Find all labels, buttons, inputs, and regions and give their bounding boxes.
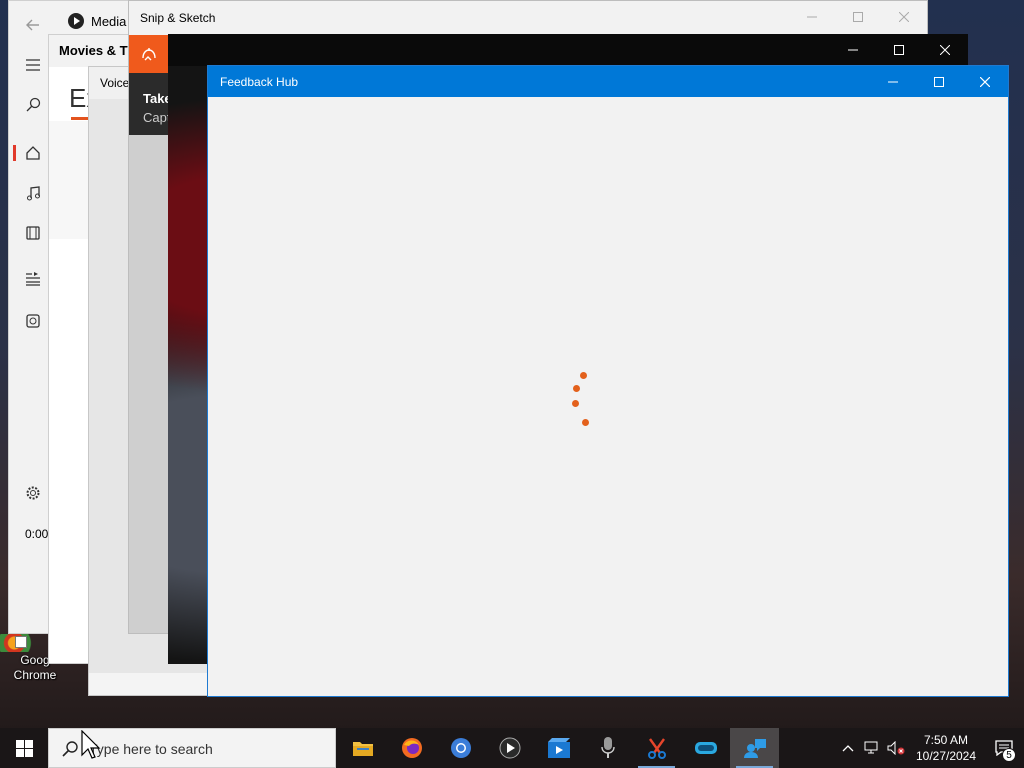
spinner-dot <box>572 400 579 407</box>
taskbar-clock[interactable]: 7:50 AM 10/27/2024 <box>908 732 984 764</box>
snip-close-button[interactable] <box>881 1 927 33</box>
heading-underline <box>71 117 89 120</box>
feedback-titlebar: Feedback Hub <box>208 66 1008 97</box>
taskbar-firefox[interactable] <box>387 728 436 768</box>
voice-window-title: Voice <box>100 76 130 90</box>
action-center-button[interactable]: 5 <box>984 728 1024 768</box>
new-snip-tooltip: Take Capt <box>129 73 172 135</box>
feedback-minimize-button[interactable] <box>870 66 916 97</box>
maximize-icon <box>934 76 944 87</box>
music-note-icon <box>27 186 40 201</box>
voice-bottom-bar <box>89 673 209 695</box>
movies-window-title: Movies & TV <box>59 43 137 58</box>
show-hidden-icons-button[interactable] <box>836 728 860 768</box>
maximize-icon <box>853 12 863 22</box>
taskbar-mixed-reality[interactable] <box>681 728 730 768</box>
snip-window-title: Snip & Sketch <box>140 11 216 25</box>
maximize-icon <box>894 45 904 55</box>
snip-maximize-button[interactable] <box>835 1 881 33</box>
microphone-icon <box>600 737 615 758</box>
dark-minimize-button[interactable] <box>830 34 876 66</box>
feedback-hub-window: Feedback Hub <box>207 65 1009 697</box>
search-icon <box>62 741 78 757</box>
close-icon <box>899 12 909 22</box>
playlist-icon <box>26 272 40 286</box>
movies-panel <box>49 121 89 239</box>
close-icon <box>980 76 990 87</box>
close-icon <box>940 45 950 55</box>
minimize-icon <box>807 16 817 18</box>
snip-window-controls <box>789 1 927 33</box>
volume-button[interactable] <box>884 728 908 768</box>
tooltip-title: Take <box>143 91 172 106</box>
network-icon <box>864 741 878 754</box>
dark-window-controls <box>830 34 968 66</box>
minimize-icon <box>888 81 898 82</box>
feedback-hub-icon <box>743 739 766 758</box>
clock-date: 10/27/2024 <box>915 749 977 763</box>
back-arrow-icon <box>26 19 39 31</box>
volume-muted-icon <box>887 741 905 755</box>
taskbar-movies-tv[interactable] <box>534 728 583 768</box>
hamburger-icon <box>26 59 40 71</box>
snip-minimize-button[interactable] <box>789 1 835 33</box>
spinner-dot <box>580 372 587 379</box>
windows-logo-icon <box>15 739 33 757</box>
headset-icon <box>694 742 717 754</box>
new-snip-icon <box>142 48 156 61</box>
taskbar-pinned-apps <box>338 728 779 768</box>
firefox-icon <box>401 738 422 758</box>
feedback-window-title: Feedback Hub <box>220 75 299 89</box>
network-button[interactable] <box>860 728 884 768</box>
spinner-dot <box>582 419 589 426</box>
feedback-close-button[interactable] <box>962 66 1008 97</box>
snip-body <box>129 135 171 633</box>
taskbar-chromium[interactable] <box>436 728 485 768</box>
taskbar-feedback-hub[interactable] <box>730 728 779 768</box>
taskbar: Type here to search 7:50 AM 10/27/2024 5 <box>0 728 1024 768</box>
taskbar-file-explorer[interactable] <box>338 728 387 768</box>
taskbar-voice-recorder[interactable] <box>583 728 632 768</box>
media-player-app-icon <box>68 13 84 29</box>
scissors-icon <box>647 738 666 759</box>
feedback-window-controls <box>870 66 1008 97</box>
new-snip-button[interactable] <box>129 35 169 73</box>
home-icon <box>26 146 40 160</box>
media-window-title: Media <box>91 13 127 29</box>
film-icon <box>26 226 40 240</box>
dark-maximize-button[interactable] <box>876 34 922 66</box>
taskbar-media-player[interactable] <box>485 728 534 768</box>
loading-spinner <box>568 368 608 432</box>
movies-tv-icon <box>547 738 570 758</box>
feedback-maximize-button[interactable] <box>916 66 962 97</box>
minimize-icon <box>848 49 858 51</box>
search-placeholder: Type here to search <box>89 741 213 757</box>
folder-icon <box>352 742 373 756</box>
spinner-dot <box>573 385 580 392</box>
mouse-cursor-icon <box>81 730 101 759</box>
taskbar-snip-sketch[interactable] <box>632 728 681 768</box>
system-tray: 7:50 AM 10/27/2024 5 <box>836 728 1024 768</box>
notification-count-badge: 5 <box>1002 748 1016 762</box>
tooltip-subtitle: Capt <box>143 110 171 125</box>
clock-time: 7:50 AM <box>923 733 969 747</box>
play-circle-icon <box>499 737 520 759</box>
chevron-up-icon <box>842 745 854 752</box>
snip-titlebar: Snip & Sketch <box>129 1 927 35</box>
start-button[interactable] <box>0 728 48 768</box>
gear-icon <box>26 486 40 500</box>
speaker-icon <box>26 314 40 328</box>
dark-close-button[interactable] <box>922 34 968 66</box>
chromium-icon <box>450 738 471 758</box>
shortcut-arrow-icon <box>15 636 27 648</box>
search-icon <box>26 97 41 112</box>
